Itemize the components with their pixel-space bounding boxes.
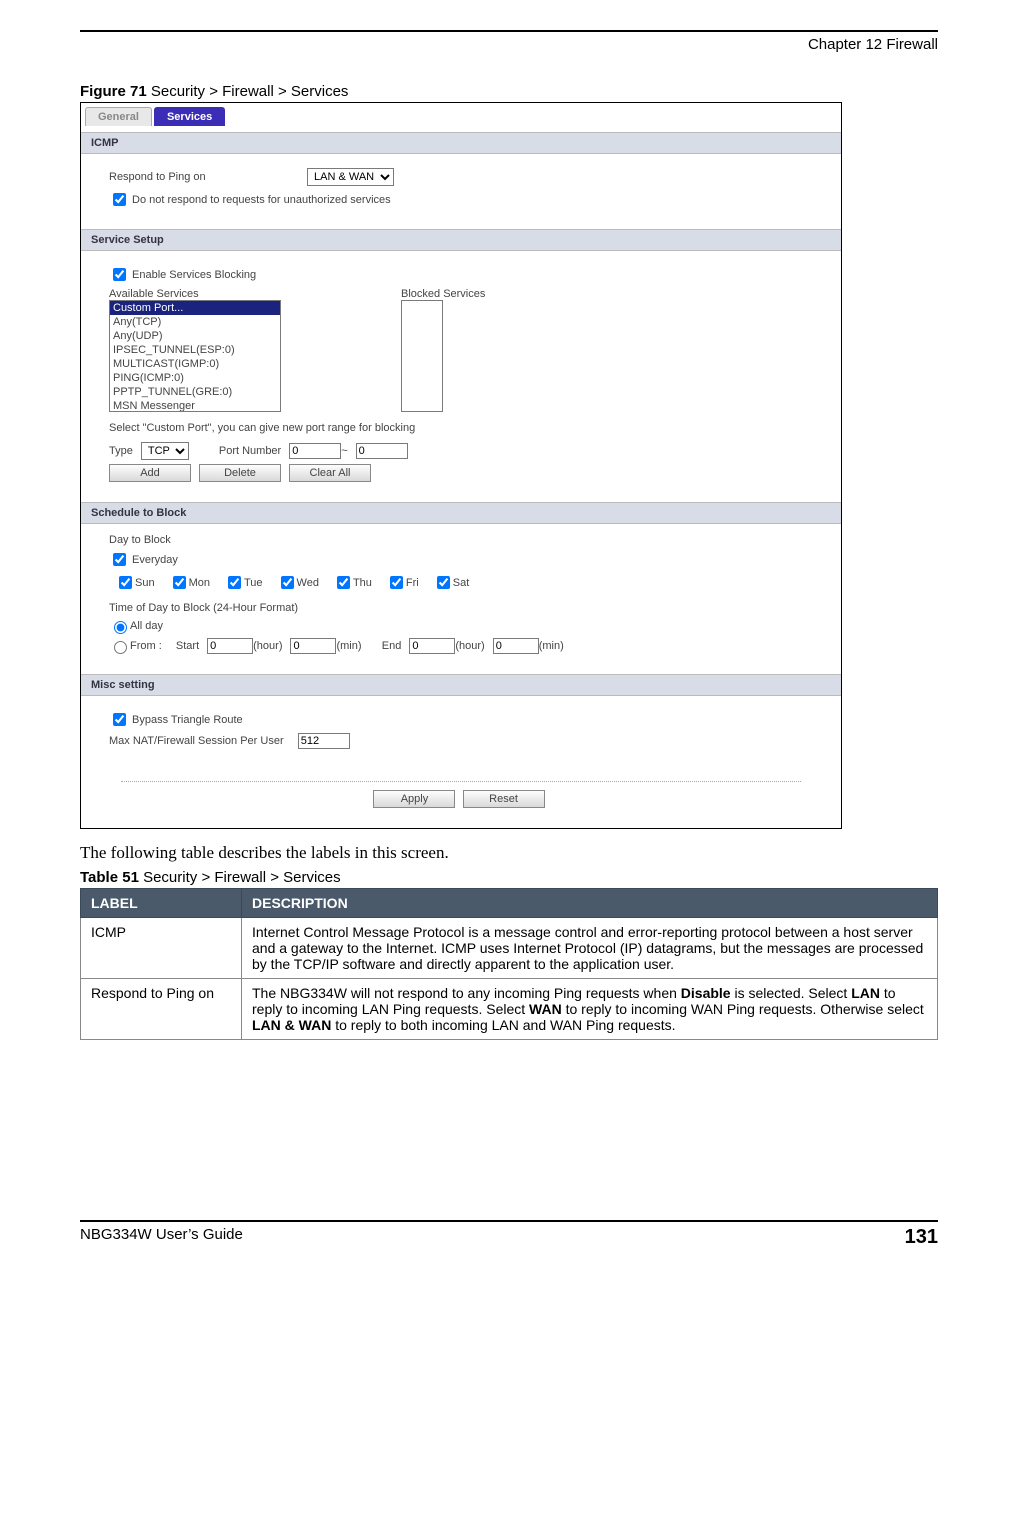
description-table: LABEL DESCRIPTION ICMP Internet Control … [80, 888, 938, 1040]
enable-blocking-label: Enable Services Blocking [132, 269, 256, 281]
type-select[interactable]: TCP [141, 442, 189, 460]
cell-description: Internet Control Message Protocol is a m… [242, 918, 938, 979]
page-footer: NBG334W User’s Guide 131 [80, 1220, 938, 1249]
port-from-input[interactable] [289, 443, 341, 459]
max-session-label: Max NAT/Firewall Session Per User [109, 735, 284, 747]
no-respond-label: Do not respond to requests for unauthori… [132, 194, 391, 206]
start-hour-input[interactable] [207, 638, 253, 654]
day-fri-checkbox[interactable] [390, 576, 403, 589]
table-row: Respond to Ping on The NBG334W will not … [81, 979, 938, 1040]
day-tue-checkbox[interactable] [228, 576, 241, 589]
end-hour-input[interactable] [409, 638, 455, 654]
table-title: Security > Firewall > Services [139, 869, 341, 886]
figure-caption: Figure 71 Security > Firewall > Services [80, 83, 938, 100]
list-item[interactable]: MULTICAST(IGMP:0) [110, 357, 280, 371]
cell-description: The NBG334W will not respond to any inco… [242, 979, 938, 1040]
table-number: Table 51 [80, 869, 139, 886]
reset-button[interactable]: Reset [463, 790, 545, 808]
day-tue-label: Tue [244, 577, 263, 589]
list-item[interactable]: IPSEC_TUNNEL(ESP:0) [110, 343, 280, 357]
start-min-input[interactable] [290, 638, 336, 654]
day-sat-checkbox[interactable] [437, 576, 450, 589]
tab-general[interactable]: General [85, 107, 152, 126]
tab-services[interactable]: Services [154, 107, 225, 126]
separator [121, 781, 801, 782]
start-label: Start [176, 640, 199, 652]
list-item[interactable]: MSN Messenger [110, 399, 280, 412]
everyday-label: Everyday [132, 554, 178, 566]
guide-name: NBG334W User’s Guide [80, 1226, 243, 1249]
day-sat-label: Sat [453, 577, 470, 589]
list-item[interactable]: PING(ICMP:0) [110, 371, 280, 385]
everyday-checkbox[interactable] [113, 553, 126, 566]
available-services-label: Available Services [109, 288, 281, 300]
delete-button[interactable]: Delete [199, 464, 281, 482]
day-sun-checkbox[interactable] [119, 576, 132, 589]
section-misc-header: Misc setting [81, 674, 841, 696]
table-row: ICMP Internet Control Message Protocol i… [81, 918, 938, 979]
available-services-list[interactable]: Custom Port... Any(TCP) Any(UDP) IPSEC_T… [109, 300, 281, 412]
day-wed-label: Wed [297, 577, 319, 589]
respond-to-ping-select[interactable]: LAN & WAN [307, 168, 394, 186]
list-item[interactable]: PPTP_TUNNEL(GRE:0) [110, 385, 280, 399]
time-of-day-label: Time of Day to Block (24-Hour Format) [109, 602, 813, 614]
port-number-label: Port Number [219, 445, 281, 457]
section-service-header: Service Setup [81, 229, 841, 251]
figure-title: Security > Firewall > Services [147, 83, 349, 100]
respond-to-ping-label: Respond to Ping on [109, 171, 299, 183]
blocked-services-list[interactable] [401, 300, 443, 412]
allday-radio[interactable] [114, 621, 127, 634]
day-wed-checkbox[interactable] [281, 576, 294, 589]
add-button[interactable]: Add [109, 464, 191, 482]
section-schedule-header: Schedule to Block [81, 502, 841, 524]
day-sun-label: Sun [135, 577, 155, 589]
figure-number: Figure 71 [80, 83, 147, 100]
allday-label: All day [130, 620, 163, 632]
screenshot-frame: General Services ICMP Respond to Ping on… [80, 102, 842, 829]
max-session-input[interactable] [298, 733, 350, 749]
type-label: Type [109, 445, 133, 457]
tab-bar: General Services [81, 103, 841, 126]
from-radio[interactable] [114, 641, 127, 654]
chapter-header: Chapter 12 Firewall [80, 36, 938, 53]
section-icmp-header: ICMP [81, 132, 841, 154]
day-mon-checkbox[interactable] [173, 576, 186, 589]
bypass-triangle-label: Bypass Triangle Route [132, 714, 243, 726]
cell-label: ICMP [81, 918, 242, 979]
table-caption: Table 51 Security > Firewall > Services [80, 869, 938, 886]
end-min-input[interactable] [493, 638, 539, 654]
day-mon-label: Mon [189, 577, 210, 589]
clear-all-button[interactable]: Clear All [289, 464, 371, 482]
custom-port-hint: Select "Custom Port", you can give new p… [109, 422, 415, 434]
list-item[interactable]: Any(UDP) [110, 329, 280, 343]
end-label: End [382, 640, 402, 652]
cell-label: Respond to Ping on [81, 979, 242, 1040]
day-fri-label: Fri [406, 577, 419, 589]
no-respond-checkbox[interactable] [113, 193, 126, 206]
page-number: 131 [905, 1226, 938, 1249]
after-figure-text: The following table describes the labels… [80, 843, 938, 863]
min-unit: (min) [336, 640, 361, 652]
hour-unit-2: (hour) [455, 640, 484, 652]
day-thu-label: Thu [353, 577, 372, 589]
apply-button[interactable]: Apply [373, 790, 455, 808]
enable-blocking-checkbox[interactable] [113, 268, 126, 281]
port-to-input[interactable] [356, 443, 408, 459]
th-label: LABEL [81, 889, 242, 918]
th-description: DESCRIPTION [242, 889, 938, 918]
bypass-triangle-checkbox[interactable] [113, 713, 126, 726]
blocked-services-label: Blocked Services [401, 288, 485, 300]
list-item[interactable]: Custom Port... [110, 301, 280, 315]
from-label: From : [130, 640, 162, 652]
port-tilde: ~ [341, 445, 347, 457]
min-unit-2: (min) [539, 640, 564, 652]
day-thu-checkbox[interactable] [337, 576, 350, 589]
list-item[interactable]: Any(TCP) [110, 315, 280, 329]
day-to-block-label: Day to Block [109, 534, 813, 546]
hour-unit: (hour) [253, 640, 282, 652]
